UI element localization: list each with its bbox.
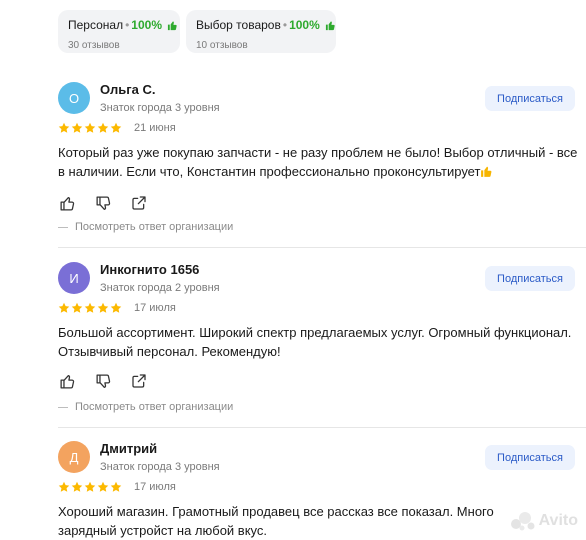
subscribe-button[interactable]: Подписаться — [485, 445, 575, 470]
thumbs-up-icon — [480, 164, 493, 183]
star-rating — [58, 122, 122, 134]
aspect-review-count: 10 отзывов — [196, 40, 248, 51]
aspect-review-count: 30 отзывов — [68, 40, 120, 51]
review-date: 21 июня — [134, 122, 176, 134]
author-name[interactable]: Инкогнито 1656 — [100, 262, 199, 278]
review-actions — [58, 194, 148, 212]
review-date: 17 июля — [134, 302, 176, 314]
aspect-chip-products[interactable]: Выбор товаров • 100% 10 отзывов — [186, 10, 336, 53]
star-icon — [84, 302, 96, 313]
review-text: Который раз уже покупаю запчасти - не ра… — [58, 143, 578, 183]
rating-row: 21 июня — [58, 122, 176, 134]
view-org-reply-label: Посмотреть ответ организации — [75, 221, 234, 233]
star-icon — [71, 122, 83, 133]
review-actions — [58, 372, 148, 390]
star-icon — [71, 302, 83, 313]
star-rating — [58, 481, 122, 493]
divider — [58, 247, 586, 248]
aspect-name: Выбор товаров — [196, 18, 281, 32]
thumbs-up-icon — [325, 19, 336, 35]
divider — [58, 427, 586, 428]
avito-watermark-logo: Avito — [510, 510, 578, 532]
star-icon — [97, 302, 109, 313]
aspect-percent: 100% — [131, 18, 162, 32]
aspect-percent: 100% — [289, 18, 320, 32]
view-org-reply-label: Посмотреть ответ организации — [75, 401, 234, 413]
share-icon[interactable] — [130, 194, 148, 212]
author-level: Знаток города 3 уровня — [100, 102, 220, 114]
author-name[interactable]: Дмитрий — [100, 441, 157, 457]
dislike-icon[interactable] — [94, 372, 112, 390]
avatar[interactable]: И — [58, 262, 90, 294]
aspect-summary: Персонал • 100% 30 отзывов Выбор товаров • 1… — [58, 10, 336, 53]
star-icon — [58, 481, 70, 492]
view-org-reply-link[interactable]: Посмотреть ответ организации — [58, 221, 233, 233]
thumbs-up-icon — [167, 19, 178, 35]
subscribe-button[interactable]: Подписаться — [485, 86, 575, 111]
like-icon[interactable] — [58, 372, 76, 390]
star-icon — [97, 122, 109, 133]
author-name[interactable]: Ольга С. — [100, 82, 155, 98]
author-level: Знаток города 2 уровня — [100, 282, 220, 294]
watermark-text: Avito — [538, 512, 578, 529]
review-text: Хороший магазин. Грамотный продавец все … — [58, 504, 494, 538]
review-date: 17 июля — [134, 481, 176, 493]
rating-row: 17 июля — [58, 481, 176, 493]
review-text: Большой ассортимент. Широкий спектр пред… — [58, 325, 572, 359]
aspect-name: Персонал — [68, 18, 124, 32]
star-icon — [58, 302, 70, 313]
star-icon — [110, 122, 122, 133]
view-org-reply-link[interactable]: Посмотреть ответ организации — [58, 401, 233, 413]
dislike-icon[interactable] — [94, 194, 112, 212]
review-text-body: Который раз уже покупаю запчасти - не ра… — [58, 145, 578, 179]
avatar[interactable]: Д — [58, 441, 90, 473]
share-icon[interactable] — [130, 372, 148, 390]
star-icon — [110, 481, 122, 492]
star-icon — [71, 481, 83, 492]
like-icon[interactable] — [58, 194, 76, 212]
star-icon — [110, 302, 122, 313]
star-icon — [84, 481, 96, 492]
author-level: Знаток города 3 уровня — [100, 461, 220, 473]
rating-row: 17 июля — [58, 302, 176, 314]
avatar[interactable]: О — [58, 82, 90, 114]
star-icon — [58, 122, 70, 133]
star-icon — [84, 122, 96, 133]
star-icon — [97, 481, 109, 492]
subscribe-button[interactable]: Подписаться — [485, 266, 575, 291]
star-rating — [58, 302, 122, 314]
aspect-chip-staff[interactable]: Персонал • 100% 30 отзывов — [58, 10, 180, 53]
